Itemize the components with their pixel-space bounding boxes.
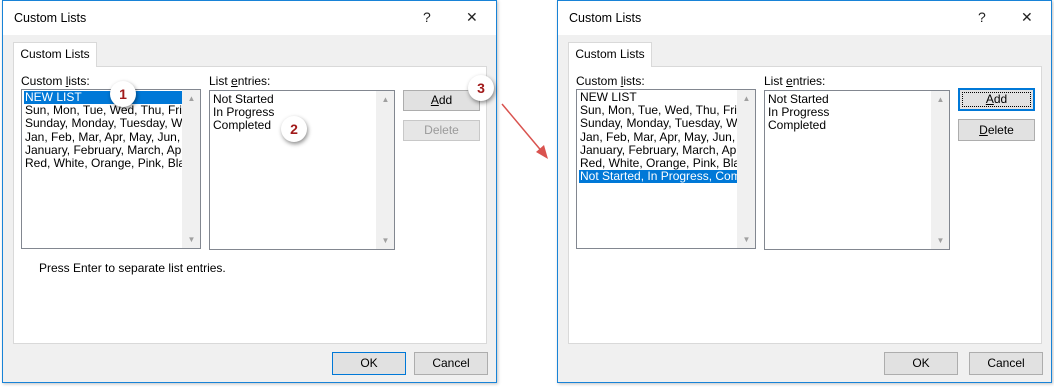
scroll-up-icon[interactable]: ▲	[738, 90, 755, 107]
list-entries-textbox[interactable]: Not Started In Progress Completed ▲ ▼	[209, 90, 395, 250]
list-item[interactable]: January, February, March, Apri	[24, 144, 182, 157]
custom-lists-label: Custom lists:	[576, 74, 645, 88]
entry-line: Not Started	[213, 93, 274, 106]
scroll-down-icon[interactable]: ▼	[183, 231, 200, 248]
close-icon[interactable]: ✕	[466, 9, 478, 26]
list-item[interactable]: Red, White, Orange, Pink, Blac	[579, 157, 737, 170]
step-badge-1: 1	[110, 81, 136, 107]
list-item[interactable]: NEW LIST	[24, 91, 182, 105]
list-item[interactable]: Sun, Mon, Tue, Wed, Thu, Fri, S	[24, 104, 182, 117]
list-entries-textbox[interactable]: Not Started In Progress Completed ▲ ▼	[764, 90, 950, 250]
title-bar: Custom Lists ? ✕	[558, 1, 1051, 35]
custom-lists-listbox[interactable]: NEW LIST Sun, Mon, Tue, Wed, Thu, Fri, SS…	[21, 89, 201, 249]
tab-custom-lists[interactable]: Custom Lists	[13, 42, 97, 67]
list-entries-label: List entries:	[209, 74, 271, 88]
list-item[interactable]: Not Started, In Progress, Comp	[579, 170, 737, 184]
close-icon[interactable]: ✕	[1021, 9, 1033, 26]
cancel-button[interactable]: Cancel	[414, 352, 488, 375]
tab-panel: Custom lists: List entries: NEW LIST Sun,…	[568, 66, 1042, 344]
scroll-up-icon[interactable]: ▲	[183, 90, 200, 107]
hint-text: Press Enter to separate list entries.	[39, 261, 226, 275]
cancel-button[interactable]: Cancel	[969, 352, 1043, 375]
dialog-title: Custom Lists	[569, 11, 642, 25]
list-entries-label: List entries:	[764, 74, 826, 88]
custom-lists-rows: NEW LIST Sun, Mon, Tue, Wed, Thu, Fri, SS…	[579, 91, 737, 184]
custom-lists-dialog-before: Custom Lists ? ✕ Custom Lists Custom lis…	[2, 0, 497, 383]
entry-line: Not Started	[768, 93, 829, 106]
scroll-up-icon[interactable]: ▲	[377, 91, 394, 108]
help-button[interactable]: ?	[423, 9, 431, 25]
list-entries-scrollbar[interactable]: ▲ ▼	[931, 91, 949, 249]
list-item[interactable]: Red, White, Orange, Pink, Blac	[24, 157, 182, 170]
custom-lists-label: Custom lists:	[21, 74, 90, 88]
scroll-down-icon[interactable]: ▼	[932, 232, 949, 249]
tab-custom-lists[interactable]: Custom Lists	[568, 42, 652, 67]
scroll-down-icon[interactable]: ▼	[738, 231, 755, 248]
add-button[interactable]: Add	[958, 88, 1035, 111]
title-bar: Custom Lists ? ✕	[3, 1, 496, 35]
scroll-down-icon[interactable]: ▼	[377, 232, 394, 249]
custom-lists-dialog-after: Custom Lists ? ✕ Custom Lists Custom lis…	[557, 0, 1052, 383]
tab-panel: Custom lists: List entries: NEW LIST Sun,…	[13, 66, 487, 344]
custom-lists-scrollbar[interactable]: ▲ ▼	[737, 90, 755, 248]
list-entries-rows: Not Started In Progress Completed	[767, 93, 931, 133]
ok-button[interactable]: OK	[332, 352, 406, 375]
list-item[interactable]: Jan, Feb, Mar, Apr, May, Jun, Ju	[24, 131, 182, 144]
entry-line: Completed	[768, 119, 827, 133]
list-item[interactable]: Jan, Feb, Mar, Apr, May, Jun, Ju	[579, 131, 737, 144]
step-badge-3: 3	[468, 75, 494, 101]
scroll-up-icon[interactable]: ▲	[932, 91, 949, 108]
transition-arrow-icon	[501, 103, 548, 159]
custom-lists-scrollbar[interactable]: ▲ ▼	[182, 90, 200, 248]
dialog-title: Custom Lists	[14, 11, 87, 25]
ok-button[interactable]: OK	[884, 352, 958, 375]
list-item[interactable]: NEW LIST	[579, 91, 737, 104]
list-item[interactable]: January, February, March, Apri	[579, 144, 737, 157]
delete-button[interactable]: Delete	[958, 119, 1035, 141]
list-item[interactable]: Sun, Mon, Tue, Wed, Thu, Fri, S	[579, 104, 737, 117]
list-item[interactable]: Sunday, Monday, Tuesday, We	[579, 117, 737, 130]
delete-button[interactable]: Delete	[403, 120, 480, 141]
entry-line: In Progress	[768, 106, 830, 120]
list-entries-scrollbar[interactable]: ▲ ▼	[376, 91, 394, 249]
help-button[interactable]: ?	[978, 9, 986, 25]
list-item[interactable]: Sunday, Monday, Tuesday, We	[24, 117, 182, 130]
step-badge-2: 2	[281, 116, 307, 142]
custom-lists-rows: NEW LIST Sun, Mon, Tue, Wed, Thu, Fri, SS…	[24, 91, 182, 170]
custom-lists-listbox[interactable]: NEW LIST Sun, Mon, Tue, Wed, Thu, Fri, SS…	[576, 89, 756, 249]
